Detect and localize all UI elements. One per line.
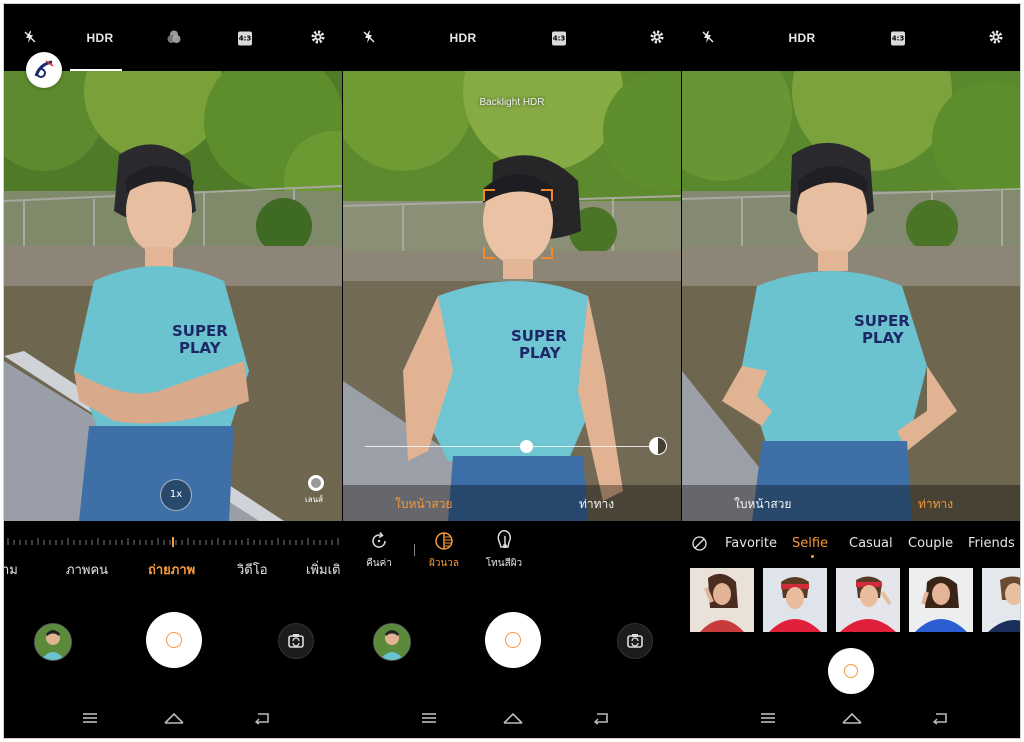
aspect-ratio-button[interactable]: 4:3 [552,31,566,46]
viewfinder[interactable]: SUPER PLAY 1x เลนส์ [4,71,342,521]
category-friends[interactable]: Friends [968,536,1015,551]
pose-thumbnail[interactable] [763,568,827,632]
skin-smooth-icon [416,530,472,552]
menu-icon[interactable] [760,710,776,729]
mode-night[interactable]: าม [4,559,18,580]
back-icon[interactable] [253,710,271,729]
backlight-hdr-hint: Backlight HDR [479,97,545,108]
filters-icon[interactable] [166,29,182,47]
pose-thumbnail[interactable] [982,568,1020,632]
face-focus-box [483,189,553,259]
tab-pose[interactable]: ท่าทาง [579,495,614,514]
no-filter-icon[interactable] [692,536,707,555]
mode-video[interactable]: วิดีโอ [237,559,268,580]
menu-icon[interactable] [82,710,98,729]
lens-icon [308,475,324,491]
mode-photo[interactable]: ถ่ายภาพ [148,559,195,580]
lens-label: เลนส์ [305,495,323,504]
camera-panel-pose: HDR 4:3 SUPER PLAY ใบหน้าสวย ท่าทาง Favo… [682,4,1020,738]
svg-text:PLAY: PLAY [862,329,905,347]
reset-icon [351,530,407,552]
svg-text:SUPER: SUPER [511,327,567,345]
smoothness-slider[interactable] [365,446,657,447]
tab-beauty-face[interactable]: ใบหน้าสวย [395,495,452,514]
watermark-logo [26,52,62,88]
shutter-button[interactable] [828,648,874,694]
system-nav-bar [682,704,1020,732]
camera-panel-beauty: HDR 4:3 SUPER PLAY Backlight HDR ใบหน้าส… [343,4,681,738]
slider-knob[interactable] [519,440,533,453]
viewfinder[interactable]: SUPER PLAY ใบหน้าสวย ท่าทาง [682,71,1020,521]
intensity-icon [649,437,667,455]
category-indicator [811,555,814,558]
tool-divider [414,544,415,556]
tab-pose[interactable]: ท่าทาง [918,495,953,514]
tool-skin-tone[interactable]: โทนสีผิว [476,529,532,571]
mode-more[interactable]: เพิ่มเติ [306,559,340,580]
lens-button[interactable]: เลนส์ [304,475,328,506]
pose-thumbnail[interactable] [909,568,973,632]
back-icon[interactable] [592,710,610,729]
beauty-tabs: ใบหน้าสวย ท่าทาง [682,485,1020,521]
shutter-button[interactable] [146,612,202,668]
category-couple[interactable]: Couple [908,536,953,551]
shutter-button[interactable] [485,612,541,668]
camera-top-bar: HDR 4:3 [343,4,681,71]
menu-icon[interactable] [421,710,437,729]
pose-category-bar: Favorite Selfie Casual Couple Friends [682,536,1020,556]
tool-reset[interactable]: คืนค่า [351,530,407,571]
zoom-ruler-marker [172,537,174,547]
pose-thumbnails [690,568,1020,632]
skin-tone-icon [476,529,532,552]
camera-preview-image: SUPER PLAY [343,71,681,521]
category-selfie[interactable]: Selfie [792,536,828,551]
beauty-tabs: ใบหน้าสวย ท่าทาง [343,485,681,521]
flash-off-icon[interactable] [701,30,715,46]
viewfinder[interactable]: SUPER PLAY Backlight HDR ใบหน้าสวย ท่าทา… [343,71,681,521]
hdr-toggle[interactable]: HDR [450,32,477,44]
camera-preview-image: SUPER PLAY [682,71,1020,521]
mode-selector: าม ภาพคน ถ่ายภาพ วิดีโอ เพิ่มเติ [4,559,342,581]
gear-icon[interactable] [988,29,1004,47]
flash-off-icon[interactable] [23,30,37,46]
pose-thumbnail[interactable] [690,568,754,632]
svg-text:PLAY: PLAY [179,339,222,357]
svg-text:SUPER: SUPER [854,312,910,330]
switch-camera-icon[interactable] [278,623,314,659]
pose-thumbnail[interactable] [836,568,900,632]
category-favorite[interactable]: Favorite [725,536,777,551]
system-nav-bar [343,704,681,732]
gear-icon[interactable] [649,29,665,47]
tab-beauty-face[interactable]: ใบหน้าสวย [734,495,791,514]
mode-portrait[interactable]: ภาพคน [66,559,108,580]
switch-camera-icon[interactable] [617,623,653,659]
home-icon[interactable] [502,710,524,729]
gear-icon[interactable] [310,29,326,47]
aspect-ratio-button[interactable]: 4:3 [238,31,252,46]
camera-preview-image: SUPER PLAY [4,71,342,521]
camera-panel-photo: HDR 4:3 SUPER PLAY 1x เลนส์ ม ภาพคน ถ่าย… [4,4,342,738]
home-icon[interactable] [163,710,185,729]
svg-text:SUPER: SUPER [172,322,228,340]
hdr-toggle[interactable]: HDR [87,32,114,44]
system-nav-bar [4,704,342,732]
gallery-thumbnail[interactable] [34,623,72,661]
category-casual[interactable]: Casual [849,536,893,551]
home-icon[interactable] [841,710,863,729]
hdr-toggle[interactable]: HDR [789,32,816,44]
camera-top-bar: HDR 4:3 [682,4,1020,71]
flash-off-icon[interactable] [362,30,376,46]
back-icon[interactable] [931,710,949,729]
screenshot-collage: HDR 4:3 SUPER PLAY 1x เลนส์ ม ภาพคน ถ่าย… [3,3,1021,739]
svg-text:PLAY: PLAY [519,344,562,362]
aspect-ratio-button[interactable]: 4:3 [891,31,905,46]
zoom-button[interactable]: 1x [160,479,192,511]
tool-skin-smooth[interactable]: ผิวนวล [416,530,472,571]
gallery-thumbnail[interactable] [373,623,411,661]
